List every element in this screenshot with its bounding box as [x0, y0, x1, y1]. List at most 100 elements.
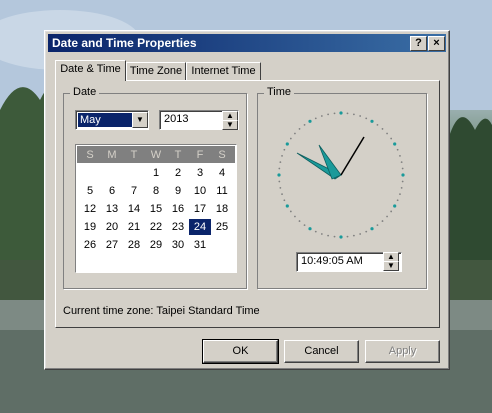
calendar-day[interactable]: 31 [189, 237, 211, 253]
calendar-day[interactable]: 26 [79, 237, 101, 253]
calendar-day[interactable]: 4 [211, 165, 233, 181]
calendar-day[interactable]: 6 [101, 183, 123, 199]
clock-hour-tick [393, 142, 397, 146]
clock-minute-tick [289, 210, 292, 213]
close-button[interactable]: × [428, 36, 445, 51]
month-calendar: SMTWTFS 1 2 3 4 5 6 7 8 9 10 11 12 13 14 15 16 17 18 19 20 2… [75, 144, 237, 273]
clock-minute-tick [294, 132, 296, 135]
analog-clock [277, 111, 405, 239]
calendar-day[interactable]: 11 [211, 183, 233, 199]
calendar-day[interactable]: 16 [167, 201, 189, 217]
clock-minute-tick [365, 230, 368, 233]
calendar-day[interactable]: 8 [145, 183, 167, 199]
clock-hour-tick [401, 173, 405, 177]
calendar-day[interactable]: 29 [145, 237, 167, 253]
clock-minute-tick [279, 161, 282, 164]
clock-minute-tick [289, 137, 292, 140]
calendar-day[interactable]: 1 [145, 165, 167, 181]
clock-hour-tick [370, 119, 374, 123]
weekday-label: W [150, 149, 162, 161]
weekday-label: T [174, 149, 182, 161]
clock-minute-tick [399, 193, 401, 196]
clock-minute-tick [333, 235, 336, 238]
help-button[interactable]: ? [410, 36, 427, 51]
weekday-label: F [196, 149, 204, 161]
month-dropdown[interactable]: May ▼ [75, 110, 149, 130]
clock-minute-tick [381, 220, 384, 222]
calendar-day[interactable]: 18 [211, 201, 233, 217]
calendar-day[interactable]: 17 [189, 201, 211, 217]
calendar-day[interactable]: 3 [189, 165, 211, 181]
clock-minute-tick [386, 215, 388, 218]
clock-minute-tick [278, 180, 281, 183]
calendar-day[interactable]: 23 [167, 219, 189, 235]
clock-minute-tick [386, 132, 388, 135]
clock-minute-tick [283, 148, 286, 151]
date-time-dialog: Date and Time Properties ? × Date & Time… [44, 30, 450, 370]
calendar-day[interactable]: 20 [101, 219, 123, 235]
clock-hour-tick [393, 204, 397, 208]
calendar-day[interactable]: 15 [145, 201, 167, 217]
clock-minute-tick [320, 115, 323, 117]
clock-minute-tick [303, 224, 306, 227]
clock-minute-tick [303, 123, 306, 126]
calendar-day[interactable]: 30 [167, 237, 189, 253]
weekday-label: S [218, 149, 226, 161]
date-group-label: Date [70, 86, 100, 98]
calendar-day[interactable]: 25 [211, 219, 233, 235]
clock-hour-tick [339, 235, 343, 239]
tab-internet-time[interactable]: Internet Time [186, 62, 261, 80]
calendar-day[interactable]: 27 [101, 237, 123, 253]
tab-date-time[interactable]: Date & Time [55, 60, 126, 81]
time-group-label: Time [264, 86, 295, 98]
calendar-day[interactable]: 21 [123, 219, 145, 235]
calendar-day[interactable]: 7 [123, 183, 145, 199]
weekday-label: T [130, 149, 138, 161]
clock-minute-tick [352, 113, 355, 116]
year-down-icon[interactable]: ▼ [222, 120, 238, 130]
clock-minute-tick [281, 154, 283, 157]
clock-hour-tick [277, 173, 281, 177]
clock-minute-tick [359, 115, 362, 117]
calendar-day[interactable]: 10 [189, 183, 211, 199]
clock-minute-tick [327, 113, 330, 116]
clock-hour-tick [308, 119, 312, 123]
calendar-day[interactable]: 14 [123, 201, 145, 217]
calendar-day[interactable]: 2 [167, 165, 189, 181]
time-value: 10:49:05 AM [301, 255, 363, 267]
year-spinner[interactable]: 2013 ▲ ▼ [159, 110, 239, 130]
clock-hour-tick [308, 227, 312, 231]
clock-minute-tick [327, 234, 330, 237]
ok-button[interactable]: OK [202, 339, 279, 364]
time-down-icon[interactable]: ▼ [383, 261, 399, 271]
clock-minute-tick [376, 224, 379, 227]
clock-minute-tick [279, 186, 282, 189]
calendar-day[interactable]: 5 [79, 183, 101, 199]
weekday-label: M [107, 149, 117, 161]
clock-minute-tick [281, 193, 283, 196]
calendar-day-selected[interactable]: 24 [189, 219, 211, 235]
clock-minute-tick [346, 235, 349, 238]
clock-minute-tick [320, 233, 323, 235]
calendar-day[interactable]: 9 [167, 183, 189, 199]
calendar-day[interactable]: 22 [145, 219, 167, 235]
clock-minute-tick [396, 199, 399, 202]
second-hand [340, 136, 365, 176]
cancel-button[interactable]: Cancel [284, 340, 359, 363]
clock-minute-tick [298, 220, 301, 222]
title-bar: Date and Time Properties ? × [48, 34, 446, 52]
month-value: May [78, 113, 132, 127]
calendar-day[interactable]: 28 [123, 237, 145, 253]
clock-minute-tick [390, 137, 393, 140]
apply-button[interactable]: Apply [365, 340, 440, 363]
calendar-day[interactable]: 13 [101, 201, 123, 217]
clock-minute-tick [352, 234, 355, 237]
calendar-day[interactable]: 19 [79, 219, 101, 235]
window-title: Date and Time Properties [52, 36, 197, 50]
clock-minute-tick [294, 215, 296, 218]
clock-minute-tick [396, 148, 399, 151]
clock-hour-tick [339, 111, 343, 115]
calendar-day[interactable]: 12 [79, 201, 101, 217]
tab-time-zone[interactable]: Time Zone [126, 62, 186, 80]
chevron-down-icon[interactable]: ▼ [132, 112, 148, 128]
